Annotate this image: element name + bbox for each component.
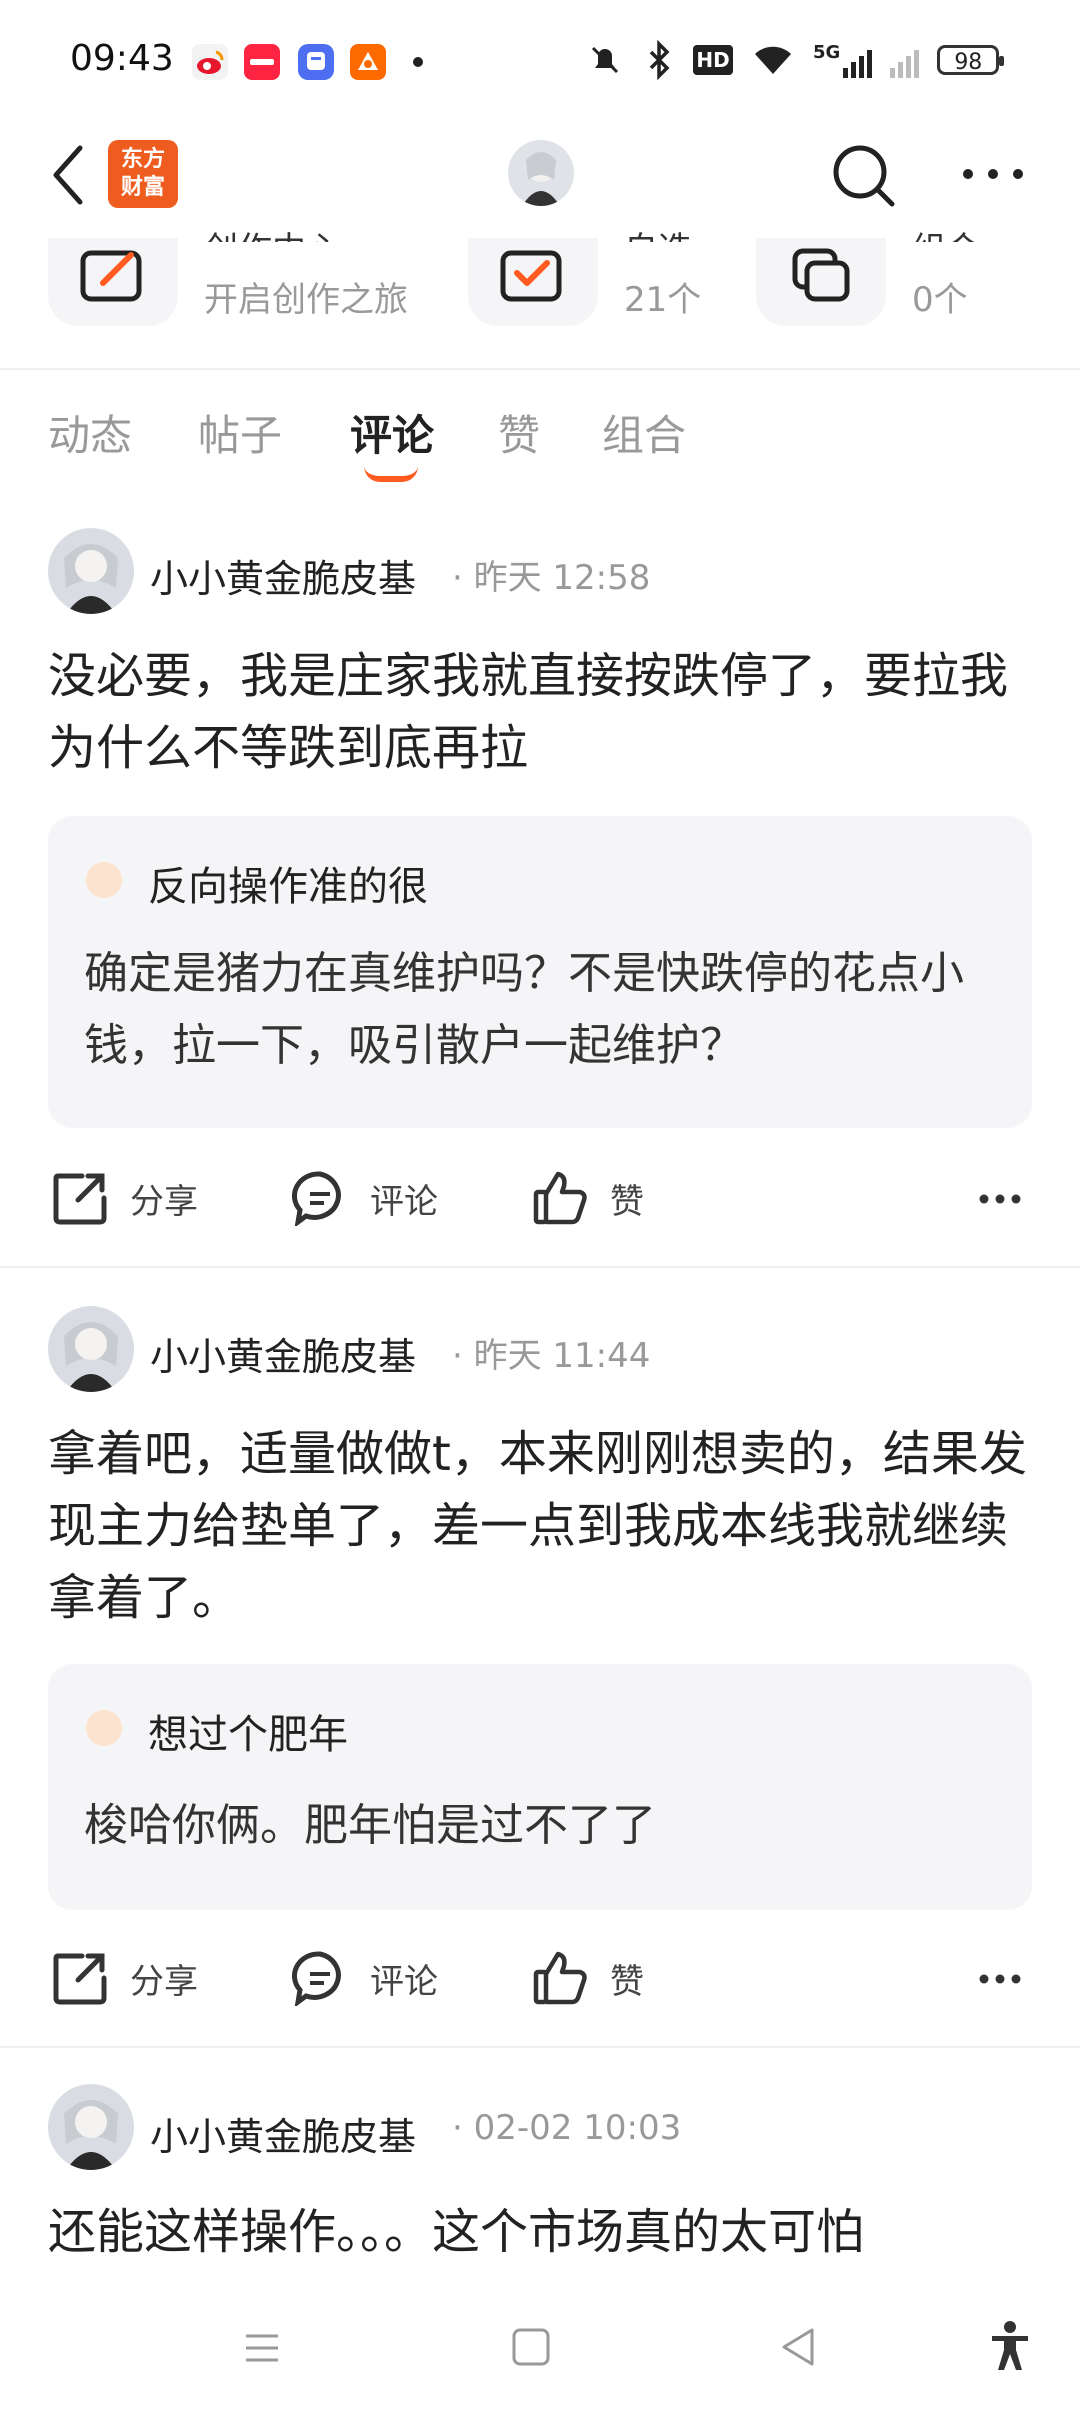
- app-logo[interactable]: 东方财富: [108, 140, 178, 208]
- status-time: 09:43: [70, 38, 174, 79]
- search-icon[interactable]: [828, 140, 898, 210]
- signal-5g-icon: 5G: [813, 42, 873, 78]
- portfolio-icon: [756, 238, 886, 326]
- quote-username: 反向操作准的很: [148, 864, 428, 910]
- quoted-post[interactable]: 反向操作准的很 确定是猪力在真维护吗？不是快跌停的花点小钱，拉一下，吸引散户一起…: [48, 816, 1032, 1128]
- divider: [0, 2046, 1080, 2048]
- username[interactable]: 小小黄金脆皮基: [150, 1326, 416, 1381]
- post-time: · 02-02 10:03: [452, 2108, 682, 2148]
- username[interactable]: 小小黄金脆皮基: [150, 2106, 416, 2161]
- hd-icon: HD: [693, 45, 733, 75]
- share-icon: [53, 1953, 107, 2005]
- status-icons: HD 5G 98: [585, 36, 1005, 84]
- bluetooth-icon: [649, 40, 670, 80]
- like-button[interactable]: 赞: [532, 1950, 644, 2006]
- creation-center-subtitle: 开启创作之旅: [204, 280, 408, 320]
- share-button[interactable]: 分享: [52, 1950, 198, 2006]
- tab-likes[interactable]: 赞: [498, 402, 540, 463]
- back-icon[interactable]: [48, 140, 88, 210]
- quoted-post[interactable]: 想过个肥年 梭哈你俩。肥年怕是过不了了: [48, 1664, 1032, 1910]
- quote-text: 梭哈你俩。肥年怕是过不了了: [84, 1800, 656, 1851]
- active-tab-indicator: [364, 466, 418, 482]
- avatar[interactable]: [48, 1306, 134, 1392]
- thumbs-up-icon: [533, 1171, 587, 1225]
- tab-dynamics[interactable]: 动态: [48, 402, 132, 463]
- comment-button[interactable]: 评论: [292, 1170, 438, 1226]
- thumbs-up-icon: [533, 1951, 587, 2005]
- quote-username: 想过个肥年: [148, 1712, 348, 1758]
- portfolio-title: 组合: [912, 222, 980, 242]
- tab-posts[interactable]: 帖子: [198, 402, 282, 463]
- divider: [0, 1266, 1080, 1268]
- avatar[interactable]: [48, 528, 134, 614]
- xiaohongshu-icon: [244, 44, 280, 80]
- divider: [0, 368, 1080, 370]
- comment-text[interactable]: 拿着吧，适量做做t，本来刚刚想卖的，结果发现主力给垫单了，差一点到我成本线我就继…: [48, 1418, 1038, 1634]
- comment-icon: [292, 1951, 341, 2006]
- post-time: · 昨天 12:58: [452, 558, 651, 598]
- watchlist-card[interactable]: [468, 238, 598, 326]
- watchlist-count: 21个: [624, 280, 702, 320]
- quote-avatar: [86, 1710, 122, 1746]
- tab-portfolio[interactable]: 组合: [602, 402, 686, 463]
- more-icon[interactable]: [960, 164, 1026, 184]
- watchlist-title: 自选: [624, 222, 692, 242]
- home-icon[interactable]: [510, 2326, 552, 2368]
- username[interactable]: 小小黄金脆皮基: [150, 548, 416, 603]
- creation-center-card[interactable]: [48, 238, 178, 326]
- creation-center-title: 创作中心: [204, 222, 340, 242]
- battery-indicator: 98: [937, 45, 1005, 75]
- back-nav-icon[interactable]: [778, 2326, 818, 2368]
- comment-button[interactable]: 评论: [292, 1950, 438, 2006]
- like-button[interactable]: 赞: [532, 1170, 644, 1226]
- comment-text[interactable]: 还能这样操作。。。这个市场真的太可怕: [48, 2196, 1038, 2268]
- more-options-icon[interactable]: [978, 1193, 1022, 1205]
- signal-secondary-icon: [890, 42, 920, 78]
- wifi-icon: [755, 46, 791, 74]
- share-button[interactable]: 分享: [52, 1170, 198, 1226]
- edit-icon: [48, 238, 178, 326]
- post-time: · 昨天 11:44: [452, 1336, 651, 1376]
- share-icon: [53, 1173, 107, 1225]
- quote-text: 确定是猪力在真维护吗？不是快跌停的花点小钱，拉一下，吸引散户一起维护？: [84, 948, 964, 1071]
- checkbox-icon: [468, 238, 598, 326]
- tab-comments[interactable]: 评论: [350, 402, 434, 463]
- more-options-icon[interactable]: [978, 1973, 1022, 1985]
- portfolio-count: 0个: [912, 280, 968, 320]
- portfolio-card[interactable]: [756, 238, 886, 326]
- taobao-icon: [350, 44, 386, 80]
- accessibility-icon[interactable]: [988, 2320, 1032, 2372]
- notification-dot: [413, 57, 423, 67]
- menu-icon[interactable]: [242, 2328, 282, 2368]
- tieba-icon: [298, 44, 334, 80]
- quote-avatar: [86, 862, 122, 898]
- comment-text[interactable]: 没必要，我是庄家我就直接按跌停了，要拉我为什么不等跌到底再拉: [48, 640, 1038, 784]
- comment-icon: [292, 1171, 341, 1226]
- weibo-icon: [192, 44, 228, 80]
- header-avatar[interactable]: [508, 140, 574, 206]
- mute-icon: [591, 46, 619, 74]
- avatar[interactable]: [48, 2084, 134, 2170]
